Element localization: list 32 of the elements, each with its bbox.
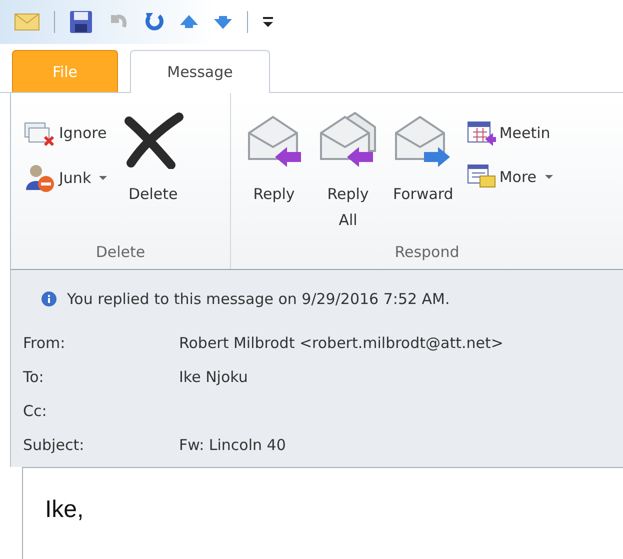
info-icon	[41, 291, 57, 307]
field-label: Cc:	[23, 402, 48, 420]
ribbon-button[interactable]: Ignore	[19, 117, 112, 149]
info-message: You replied to this message on 9/29/2016 7:52 AM.	[67, 290, 450, 308]
field-value: Ike Njoku	[179, 368, 248, 386]
redo-icon[interactable]	[143, 11, 165, 33]
ribbon-button[interactable]: Reply	[239, 107, 309, 211]
ribbon-button[interactable]: Meetin	[463, 117, 557, 149]
ribbon-button[interactable]: Delete	[115, 107, 192, 211]
ribbon-button[interactable]: Junk	[19, 161, 112, 195]
ribbon-button[interactable]: More	[463, 161, 557, 193]
field-value: Fw: Lincoln 40	[179, 436, 286, 454]
message-text: Ike,	[45, 496, 85, 524]
down-arrow-icon[interactable]	[213, 14, 233, 30]
calendar-icon	[467, 119, 498, 147]
ribbon-button[interactable]: Forward	[387, 107, 460, 211]
group-label: Respond	[394, 243, 460, 263]
field-label: Subject:	[23, 436, 86, 454]
person-block-icon	[23, 163, 57, 193]
ribbon-button[interactable]: Reply All	[313, 107, 383, 237]
field-label: To:	[23, 368, 45, 386]
field-value: Robert Milbrodt <robert.milbrodt@att.net>	[179, 334, 504, 352]
customize-icon[interactable]	[262, 15, 274, 29]
up-arrow-icon[interactable]	[179, 14, 199, 30]
envelopes-left-arrow-icon	[319, 111, 377, 169]
field-label: From:	[23, 334, 66, 352]
caret-icon	[99, 176, 108, 180]
caret-icon	[544, 175, 553, 179]
group-label: Delete	[94, 243, 146, 263]
envelope-icon[interactable]	[14, 12, 40, 32]
save-icon[interactable]	[69, 10, 93, 34]
ribbon-tab[interactable]: Message	[130, 50, 270, 93]
